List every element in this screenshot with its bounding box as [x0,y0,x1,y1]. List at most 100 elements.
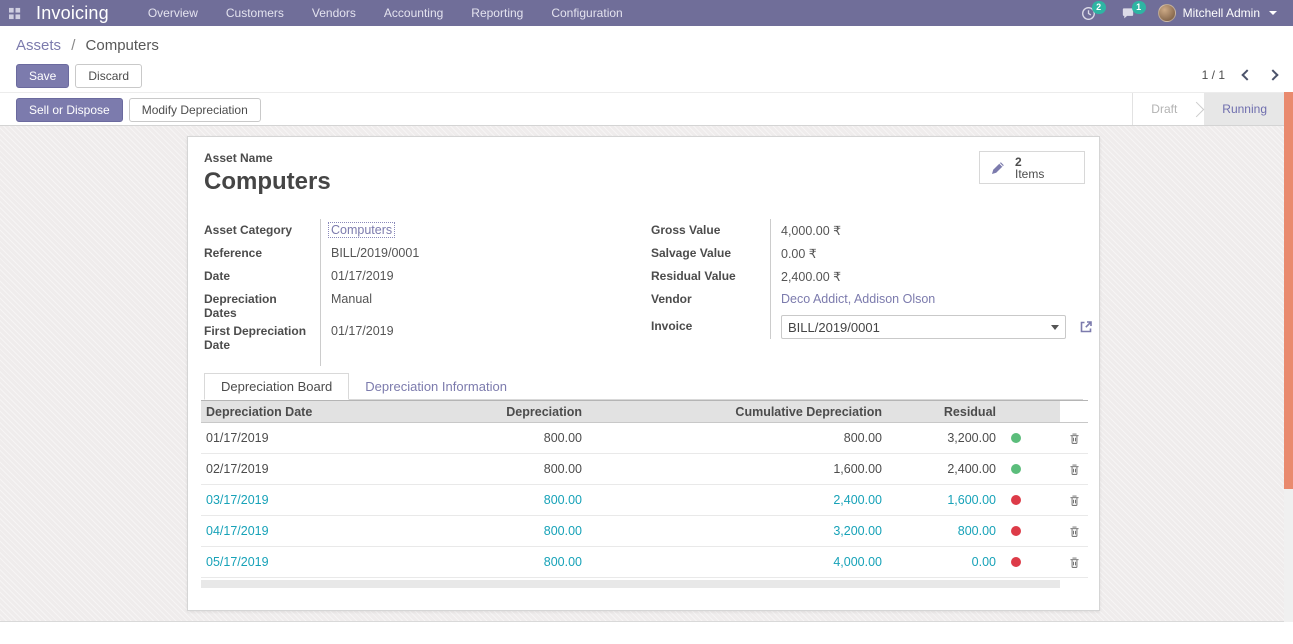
tab-depreciation-information[interactable]: Depreciation Information [349,373,523,399]
invoice-input[interactable] [781,315,1066,339]
menu-accounting[interactable]: Accounting [371,0,456,26]
activities-button[interactable]: 2 [1069,0,1108,26]
messages-button[interactable]: 1 [1108,0,1148,26]
cell-date: 01/17/2019 [201,431,426,445]
cell-residual: 2,400.00 [886,462,998,476]
cell-cumulative: 1,600.00 [586,462,886,476]
cell-date: 05/17/2019 [201,555,426,569]
salvage-value-label: Salvage Value [651,242,771,265]
first-depreciation-date-value[interactable]: 01/17/2019 [321,320,634,366]
status-draft[interactable]: Draft [1133,93,1195,125]
scrollbar-thumb[interactable] [1284,92,1293,489]
header-cumulative-depreciation: Cumulative Depreciation [586,405,886,419]
invoice-label: Invoice [651,311,771,339]
date-value[interactable]: 01/17/2019 [321,265,634,288]
sell-or-dispose-button[interactable]: Sell or Dispose [16,98,123,122]
items-count: 2 [1015,156,1044,168]
reference-value[interactable]: BILL/2019/0001 [321,242,634,265]
pager: 1 / 1 [1202,68,1277,82]
breadcrumb-separator: / [71,37,75,54]
cell-date: 03/17/2019 [201,493,426,507]
residual-value-value[interactable]: 2,400.00 ₹ [771,265,1094,288]
discard-button[interactable]: Discard [75,64,142,88]
cell-date: 02/17/2019 [201,462,426,476]
first-depreciation-date-label: First Depreciation Date [204,320,321,366]
pager-previous-icon[interactable] [1241,69,1252,80]
menu-vendors[interactable]: Vendors [299,0,369,26]
vendor-label: Vendor [651,288,771,311]
header-depreciation-date: Depreciation Date [201,405,426,419]
tab-depreciation-board[interactable]: Depreciation Board [204,373,349,400]
breadcrumb: Assets / Computers [16,37,159,54]
pager-next-icon[interactable] [1267,69,1278,80]
control-panel: Assets / Computers Save Discard 1 / 1 [0,26,1293,92]
cell-cumulative: 2,400.00 [586,493,886,507]
form-sheet: Asset Name Computers 2 Items Asset Categ… [187,136,1100,611]
gross-value-value[interactable]: 4,000.00 ₹ [771,219,1094,242]
items-label: Items [1015,168,1044,180]
status-running[interactable]: Running [1204,93,1285,125]
table-row[interactable]: 01/17/2019 800.00 800.00 3,200.00 [201,423,1088,454]
depreciation-dates-value[interactable]: Manual [321,288,634,320]
scrollbar-track[interactable] [1284,92,1293,622]
delete-row-icon[interactable] [1068,463,1081,476]
menu-overview[interactable]: Overview [135,0,211,26]
cell-depreciation: 800.00 [426,493,586,507]
invoice-dropdown-caret-icon[interactable] [1051,325,1059,330]
pencil-icon [990,160,1006,176]
table-row[interactable]: 05/17/2019 800.00 4,000.00 0.00 [201,547,1088,578]
asset-name-value[interactable]: Computers [204,168,331,196]
cell-residual: 0.00 [886,555,998,569]
grid-icon [9,7,22,20]
menu-configuration[interactable]: Configuration [538,0,635,26]
status-widget: Draft Running [1132,93,1285,125]
salvage-value-value[interactable]: 0.00 ₹ [771,242,1094,265]
header-actions [1060,401,1088,422]
cell-date: 04/17/2019 [201,524,426,538]
content-background: Asset Name Computers 2 Items Asset Categ… [0,126,1293,622]
asset-category-label: Asset Category [204,219,321,242]
items-stat-button[interactable]: 2 Items [979,151,1085,184]
app-title[interactable]: Invoicing [36,3,109,24]
pager-value[interactable]: 1 / 1 [1202,68,1225,82]
cell-residual: 3,200.00 [886,431,998,445]
breadcrumb-assets-link[interactable]: Assets [16,37,61,54]
delete-row-icon[interactable] [1068,494,1081,507]
asset-category-value[interactable]: Computers [328,222,395,238]
cell-cumulative: 800.00 [586,431,886,445]
future-status-dot [1011,557,1021,567]
delete-row-icon[interactable] [1068,556,1081,569]
gross-value-label: Gross Value [651,219,771,242]
asset-name-label: Asset Name [204,151,331,165]
table-row[interactable]: 03/17/2019 800.00 2,400.00 1,600.00 [201,485,1088,516]
menu-customers[interactable]: Customers [213,0,297,26]
depreciation-dates-label: Depreciation Dates [204,288,321,320]
apps-menu-icon[interactable] [0,0,30,26]
cell-depreciation: 800.00 [426,462,586,476]
header-depreciation: Depreciation [426,405,586,419]
user-menu[interactable]: Mitchell Admin [1148,0,1293,26]
cell-cumulative: 4,000.00 [586,555,886,569]
cell-depreciation: 800.00 [426,524,586,538]
top-navbar: Invoicing Overview Customers Vendors Acc… [0,0,1293,26]
delete-row-icon[interactable] [1068,432,1081,445]
table-row[interactable]: 02/17/2019 800.00 1,600.00 2,400.00 [201,454,1088,485]
cell-residual: 800.00 [886,524,998,538]
cell-residual: 1,600.00 [886,493,998,507]
form-statusbar: Sell or Dispose Modify Depreciation Draf… [0,92,1293,126]
depreciation-table: Depreciation Date Depreciation Cumulativ… [201,400,1088,588]
reference-label: Reference [204,242,321,265]
table-footer [201,580,1060,588]
cell-depreciation: 800.00 [426,555,586,569]
cell-cumulative: 3,200.00 [586,524,886,538]
vendor-value[interactable]: Deco Addict, Addison Olson [781,292,935,306]
table-row[interactable]: 04/17/2019 800.00 3,200.00 800.00 [201,516,1088,547]
invoice-external-link-icon[interactable] [1078,319,1094,335]
menu-reporting[interactable]: Reporting [458,0,536,26]
modify-depreciation-button[interactable]: Modify Depreciation [129,98,261,122]
main-menu: Overview Customers Vendors Accounting Re… [135,0,636,26]
activities-badge: 2 [1092,1,1106,14]
delete-row-icon[interactable] [1068,525,1081,538]
posted-status-dot [1011,464,1021,474]
save-button[interactable]: Save [16,64,69,88]
